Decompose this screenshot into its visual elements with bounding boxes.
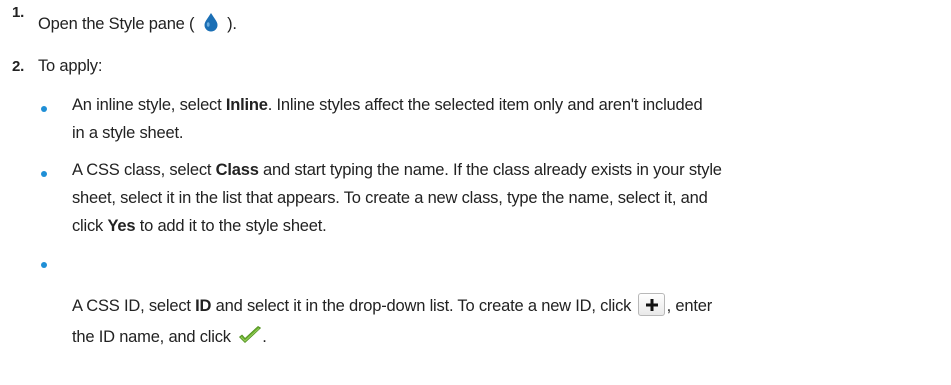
bullet-class-marker — [41, 171, 47, 177]
bullet-id-bold: ID — [195, 297, 212, 315]
step-2-text: To apply: — [38, 57, 103, 75]
bullet-id-marker — [41, 262, 47, 268]
bullet-id-line-2: the ID name, and click . — [72, 326, 267, 351]
step-1-text: Open the Style pane ( ). — [38, 12, 237, 37]
bullet-id-suffix: , enter — [666, 297, 713, 315]
bullet-class-prefix: A CSS class, select — [72, 161, 216, 179]
plus-icon — [637, 293, 665, 316]
step-1-text-after: ). — [227, 15, 237, 33]
bullet-class-line-2: sheet, select it in the list that appear… — [72, 189, 708, 207]
bullet-inline-line-1: An inline style, select Inline. Inline s… — [72, 96, 703, 115]
step-2-number: 2. — [12, 58, 25, 75]
bullet-id-line2-text: the ID name, and click — [72, 328, 231, 346]
checkmark-icon — [238, 326, 262, 351]
step-1-text-before: Open the Style pane ( — [38, 15, 195, 33]
bullet-inline-prefix: An inline style, select — [72, 96, 226, 114]
bullet-class-line3-prefix: click — [72, 217, 108, 235]
bullet-inline-marker — [41, 106, 47, 112]
water-drop-icon — [203, 12, 219, 37]
bullet-id-prefix: A CSS ID, select — [72, 297, 196, 315]
bullet-inline-line-2: in a style sheet. — [72, 124, 184, 142]
bullet-class-bold: Class — [215, 161, 259, 179]
bullet-class-line3-suffix: to add it to the style sheet. — [135, 217, 327, 235]
bullet-id-middle: and select it in the drop-down list. To … — [211, 297, 632, 315]
bullet-id-line2-end: . — [262, 328, 267, 346]
bullet-class-line3-bold: Yes — [107, 217, 136, 235]
bullet-class-line-3: click Yes to add it to the style sheet. — [72, 217, 327, 236]
bullet-class-suffix: and start typing the name. If the class … — [258, 161, 722, 179]
bullet-id-line-1: A CSS ID, select ID and select it in the… — [72, 293, 712, 316]
bullet-inline-suffix: . Inline styles affect the selected item… — [267, 96, 703, 114]
bullet-inline-bold: Inline — [225, 96, 268, 114]
bullet-class-line-1: A CSS class, select Class and start typi… — [72, 161, 722, 180]
step-1-number: 1. — [12, 4, 25, 21]
